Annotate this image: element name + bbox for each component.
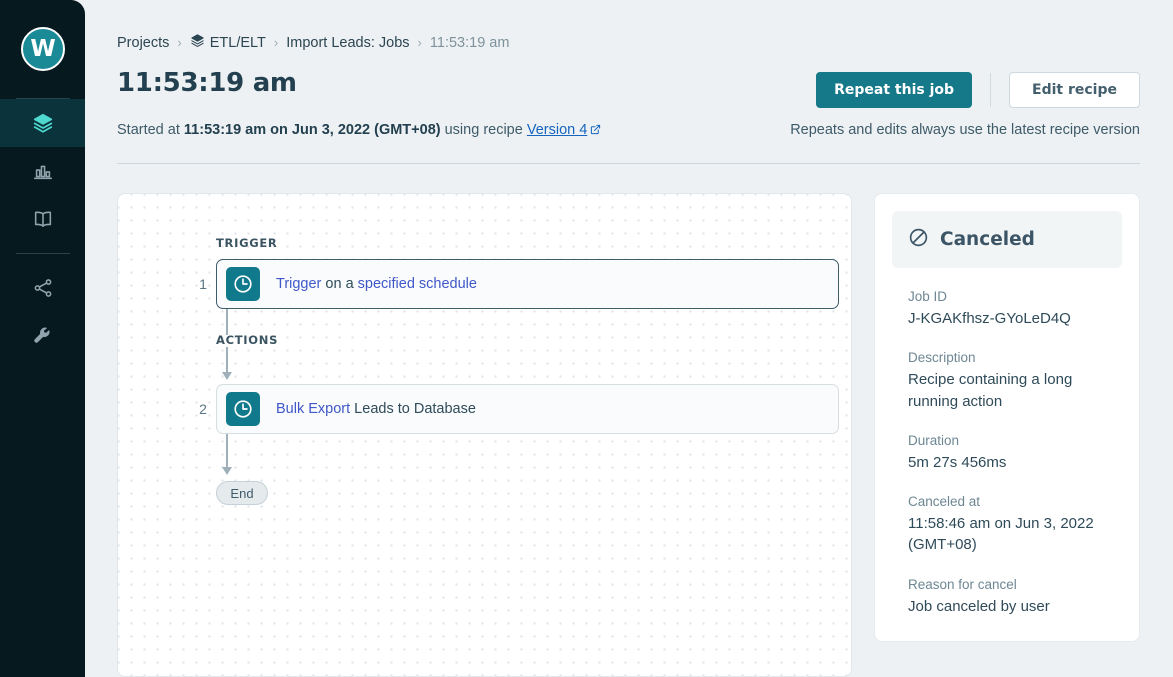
connector-line-1 [226, 309, 228, 335]
action-node-rest: Leads to Database [350, 401, 476, 417]
status-label: Canceled [940, 229, 1035, 250]
field-label-job-id: Job ID [908, 289, 1116, 304]
field-value-job-id: J-KGAKfhsz-GYoLeD4Q [908, 308, 1116, 329]
field-job-id: Job ID J-KGAKfhsz-GYoLeD4Q [892, 289, 1122, 329]
main-content: Projects › ETL/ELT › Import Leads: Jobs … [85, 0, 1173, 677]
wrench-icon [32, 325, 54, 347]
field-value-description: Recipe containing a long running action [908, 369, 1116, 412]
started-prefix: Started at [117, 122, 184, 138]
connector-line-3 [226, 434, 228, 468]
page-title: 11:53:19 am [117, 68, 297, 98]
sidebar: W [0, 0, 85, 677]
breadcrumb-separator-1: › [175, 35, 183, 50]
action-node-name: Bulk Export [276, 401, 350, 417]
field-label-reason: Reason for cancel [908, 577, 1116, 592]
trigger-section-label: TRIGGER [216, 236, 839, 250]
header-left: 11:53:19 am [117, 52, 297, 98]
book-icon [32, 208, 54, 230]
trigger-node-card[interactable]: Trigger on a specified schedule [216, 259, 839, 309]
trigger-node-name: Trigger [276, 276, 321, 292]
flow-diagram: TRIGGER 1 Trigger on a specified schedul… [190, 236, 839, 505]
field-label-canceled-at: Canceled at [908, 494, 1116, 509]
breadcrumb-label-projects: Projects [117, 35, 169, 51]
field-duration: Duration 5m 27s 456ms [892, 433, 1122, 473]
trigger-node-rest: on a [321, 276, 357, 292]
header-actions: Repeat this job Edit recipe [816, 72, 1140, 108]
breadcrumb-item-projects[interactable]: Projects [117, 35, 169, 51]
action-divider [990, 73, 991, 107]
layers-icon [32, 112, 54, 134]
layers-icon [190, 33, 205, 52]
repeat-job-button[interactable]: Repeat this job [816, 72, 972, 108]
logo-mark: W [21, 27, 65, 71]
field-value-reason: Job canceled by user [908, 596, 1116, 617]
sidebar-item-connections[interactable] [0, 264, 85, 312]
actions-section-label: ACTIONS [216, 333, 839, 347]
node-number-2: 2 [190, 401, 216, 417]
arrow-head-1 [222, 372, 232, 380]
arrow-head-2 [222, 467, 232, 475]
app-logo[interactable]: W [0, 0, 85, 98]
external-link-icon [590, 123, 601, 139]
field-value-canceled-at: 11:58:46 am on Jun 3, 2022 (GMT+08) [908, 513, 1116, 556]
share-nodes-icon [32, 277, 54, 299]
trigger-node-text: Trigger on a specified schedule [276, 276, 477, 292]
field-description: Description Recipe containing a long run… [892, 350, 1122, 412]
field-label-duration: Duration [908, 433, 1116, 448]
sidebar-item-analytics[interactable] [0, 147, 85, 195]
sidebar-item-tools[interactable] [0, 312, 85, 360]
sidebar-item-docs[interactable] [0, 195, 85, 243]
end-node: End [216, 481, 268, 505]
status-badge: Canceled [892, 211, 1122, 268]
recipe-version-note: Repeats and edits always use the latest … [790, 122, 1140, 138]
subheader-row: Started at 11:53:19 am on Jun 3, 2022 (G… [117, 122, 1173, 139]
clock-icon [226, 267, 260, 301]
breadcrumb-item-etl[interactable]: ETL/ELT [190, 33, 266, 52]
header-divider [117, 163, 1140, 164]
connector-trigger-to-actions [216, 309, 238, 335]
breadcrumb-item-import-leads[interactable]: Import Leads: Jobs [286, 35, 409, 51]
flow-end-row: End [190, 481, 839, 505]
started-suffix: using recipe [441, 122, 527, 138]
action-node-card[interactable]: Bulk Export Leads to Database [216, 384, 839, 434]
clock-icon [226, 392, 260, 426]
ban-icon [908, 227, 929, 253]
sidebar-divider-mid [16, 253, 70, 254]
breadcrumb-label-etl: ETL/ELT [210, 35, 266, 51]
node-number-1: 1 [190, 276, 216, 292]
breadcrumb-label-current: 11:53:19 am [430, 35, 510, 51]
started-info: Started at 11:53:19 am on Jun 3, 2022 (G… [117, 122, 601, 139]
breadcrumb-item-current: 11:53:19 am [430, 35, 510, 51]
started-timestamp: 11:53:19 am on Jun 3, 2022 (GMT+08) [184, 122, 441, 138]
connector-to-end [216, 434, 238, 475]
field-label-description: Description [908, 350, 1116, 365]
field-value-duration: 5m 27s 456ms [908, 452, 1116, 473]
action-node-text: Bulk Export Leads to Database [276, 401, 476, 417]
connector-line-2 [226, 347, 228, 373]
header-row: 11:53:19 am Repeat this job Edit recipe [117, 52, 1173, 108]
trigger-node-schedule: specified schedule [358, 276, 477, 292]
field-canceled-at: Canceled at 11:58:46 am on Jun 3, 2022 (… [892, 494, 1122, 556]
job-details-panel: Canceled Job ID J-KGAKfhsz-GYoLeD4Q Desc… [874, 193, 1140, 642]
field-reason: Reason for cancel Job canceled by user [892, 577, 1122, 617]
connector-to-action [216, 347, 238, 380]
edit-recipe-button[interactable]: Edit recipe [1009, 72, 1140, 108]
breadcrumb: Projects › ETL/ELT › Import Leads: Jobs … [117, 33, 1173, 52]
sidebar-item-projects[interactable] [0, 99, 85, 147]
flow-node-action[interactable]: 2 Bulk Export Leads to Database [190, 384, 839, 434]
content-area: TRIGGER 1 Trigger on a specified schedul… [117, 193, 1173, 677]
breadcrumb-separator-3: › [416, 35, 424, 50]
breadcrumb-separator-2: › [272, 35, 280, 50]
bar-chart-icon [32, 160, 54, 182]
breadcrumb-label-import-leads: Import Leads: Jobs [286, 35, 409, 51]
recipe-flow-canvas[interactable]: TRIGGER 1 Trigger on a specified schedul… [117, 193, 852, 677]
flow-node-trigger[interactable]: 1 Trigger on a specified schedule [190, 259, 839, 309]
recipe-version-link[interactable]: Version 4 [527, 122, 587, 138]
